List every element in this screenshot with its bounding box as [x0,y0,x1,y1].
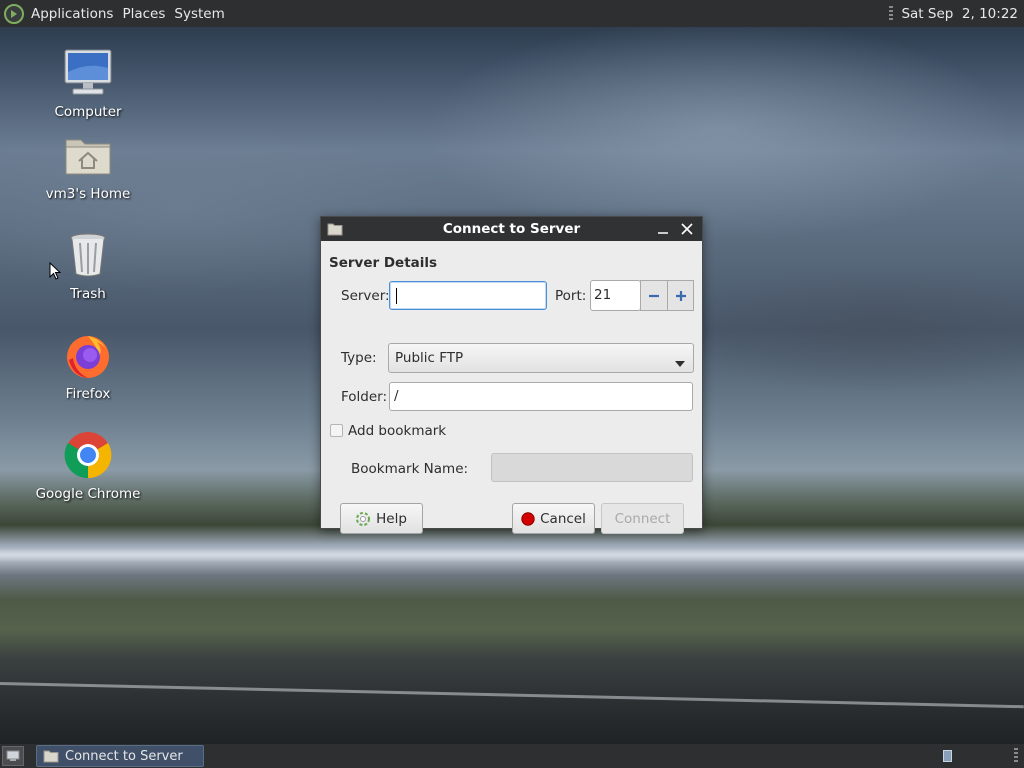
home-folder-icon [63,130,113,180]
bookmark-name-label: Bookmark Name: [351,461,469,477]
cancel-button-label: Cancel [540,510,586,527]
desktop-icon-home[interactable]: vm3's Home [33,130,143,202]
connect-button-label: Connect [614,510,671,527]
folder-icon [327,222,343,240]
server-label: Server: [341,288,390,304]
type-dropdown[interactable]: Public FTP [388,343,694,373]
add-bookmark-checkbox[interactable] [330,424,343,437]
taskbar-item-connect-to-server[interactable]: Connect to Server [36,745,204,767]
desktop-icon-chrome[interactable]: Google Chrome [33,430,143,502]
cancel-button[interactable]: Cancel [512,503,595,534]
port-input[interactable]: 21 [590,280,641,311]
dialog-body: Server Details Server: Port: 21 Type: Pu… [321,241,702,534]
desktop-icon-label: vm3's Home [45,186,131,202]
folder-input[interactable]: / [389,382,693,411]
close-icon[interactable] [678,220,696,238]
mouse-pointer-icon [49,262,61,280]
port-decrement-button[interactable] [640,280,668,311]
taskbar-item-label: Connect to Server [65,748,183,764]
clock-area: Sat Sep 2, 10:22 [889,5,1018,22]
folder-value: / [394,388,399,404]
dialog-titlebar[interactable]: Connect to Server [321,217,702,241]
computer-icon [63,48,113,98]
minimize-icon[interactable] [654,220,672,238]
desktop-icon-label: Computer [54,104,122,120]
plus-icon [675,290,686,301]
connect-button[interactable]: Connect [601,503,684,534]
help-button-label: Help [376,510,407,527]
desktop-icon-computer[interactable]: Computer [33,48,143,120]
help-icon [356,511,371,526]
cancel-icon [521,511,535,526]
firefox-icon [63,330,113,380]
bottom-taskbar: Connect to Server [0,744,1024,768]
help-button[interactable]: Help [340,503,423,534]
dialog-title: Connect to Server [442,221,581,237]
type-label: Type: [341,350,377,366]
connect-to-server-dialog: Connect to Server Server Details Server:… [320,216,703,534]
folder-icon [43,750,59,763]
port-label: Port: [555,288,587,304]
tray-handle[interactable] [1014,748,1018,764]
desktop-icon-firefox[interactable]: Firefox [33,330,143,402]
trash-icon [63,230,113,280]
port-value: 21 [594,287,612,303]
text-cursor [396,288,397,304]
folder-label: Folder: [341,389,388,405]
clock[interactable]: Sat Sep 2, 10:22 [901,6,1018,22]
show-desktop-button[interactable] [2,746,24,766]
dropdown-arrow-icon [675,355,685,371]
minus-icon [649,294,659,297]
type-selected-value: Public FTP [395,350,464,366]
desktop-icon-label: Trash [70,286,106,302]
add-bookmark-label[interactable]: Add bookmark [348,423,446,439]
server-input[interactable] [389,281,547,310]
show-desktop-icon [6,750,20,761]
top-panel: Applications Places System Sat Sep 2, 10… [0,0,1024,27]
chrome-icon [63,430,113,480]
desktop-icon-label: Google Chrome [35,486,141,502]
menu-applications[interactable]: Applications [31,6,113,22]
panel-handle[interactable] [889,5,894,22]
menu-places[interactable]: Places [122,6,165,22]
distro-logo-icon[interactable] [4,3,24,24]
bookmark-name-input [491,453,693,482]
menu-system[interactable]: System [174,6,224,22]
desktop-icon-label: Firefox [65,386,111,402]
section-title-server-details: Server Details [329,255,438,271]
workspace-switcher[interactable] [943,750,952,762]
wallpaper-guardrail [0,548,1024,562]
port-increment-button[interactable] [667,280,694,311]
window-controls [654,220,696,238]
